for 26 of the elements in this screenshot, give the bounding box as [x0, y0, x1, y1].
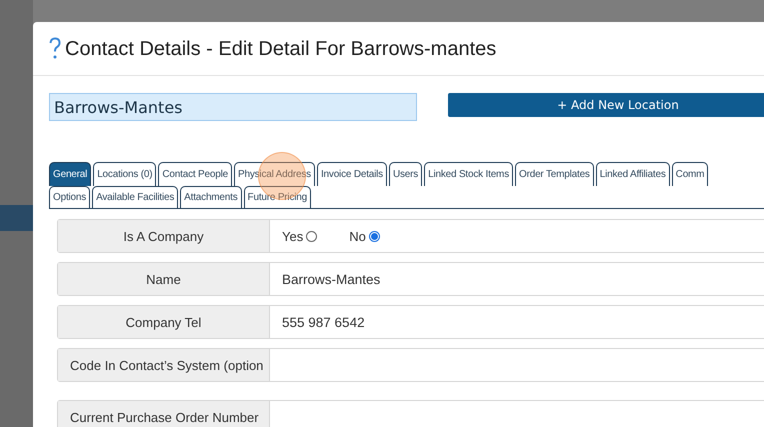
tab[interactable]: Contact People [158, 162, 232, 186]
field-label: Code In Contact’s System (option [58, 349, 270, 381]
tab[interactable]: Comm [672, 162, 708, 186]
tab[interactable]: Options [49, 186, 90, 208]
radio-option[interactable]: Yes [282, 228, 318, 244]
dialog-title: Contact Details - Edit Detail For Barrows-mantes [65, 38, 496, 60]
help-icon [49, 37, 61, 61]
field-label: Current Purchase Order Number [58, 401, 270, 427]
tab[interactable]: Locations (0) [93, 162, 156, 186]
radio-option[interactable]: No [349, 228, 380, 244]
tab[interactable]: Linked Affiliates [596, 162, 670, 186]
text-field[interactable]: 555 987 6542 [270, 306, 764, 338]
tab[interactable]: Attachments [180, 186, 242, 208]
field-label: Is A Company [58, 220, 270, 252]
field-label: Name [58, 263, 270, 295]
tab[interactable]: Linked Stock Items [424, 162, 513, 186]
name-field[interactable]: Barrows-Mantes [49, 93, 417, 121]
tab[interactable]: General [49, 162, 92, 186]
text-field[interactable]: Barrows-Mantes [270, 263, 764, 295]
tab[interactable]: Available Facilities [92, 186, 178, 208]
tab[interactable]: Users [388, 162, 422, 186]
field-label: Company Tel [58, 306, 270, 338]
sidebar-bar [0, 205, 33, 231]
tab[interactable]: Invoice Details [316, 162, 387, 186]
tab[interactable]: Order Templates [515, 162, 594, 186]
add-location-button[interactable]: + Add New Location [448, 93, 764, 117]
